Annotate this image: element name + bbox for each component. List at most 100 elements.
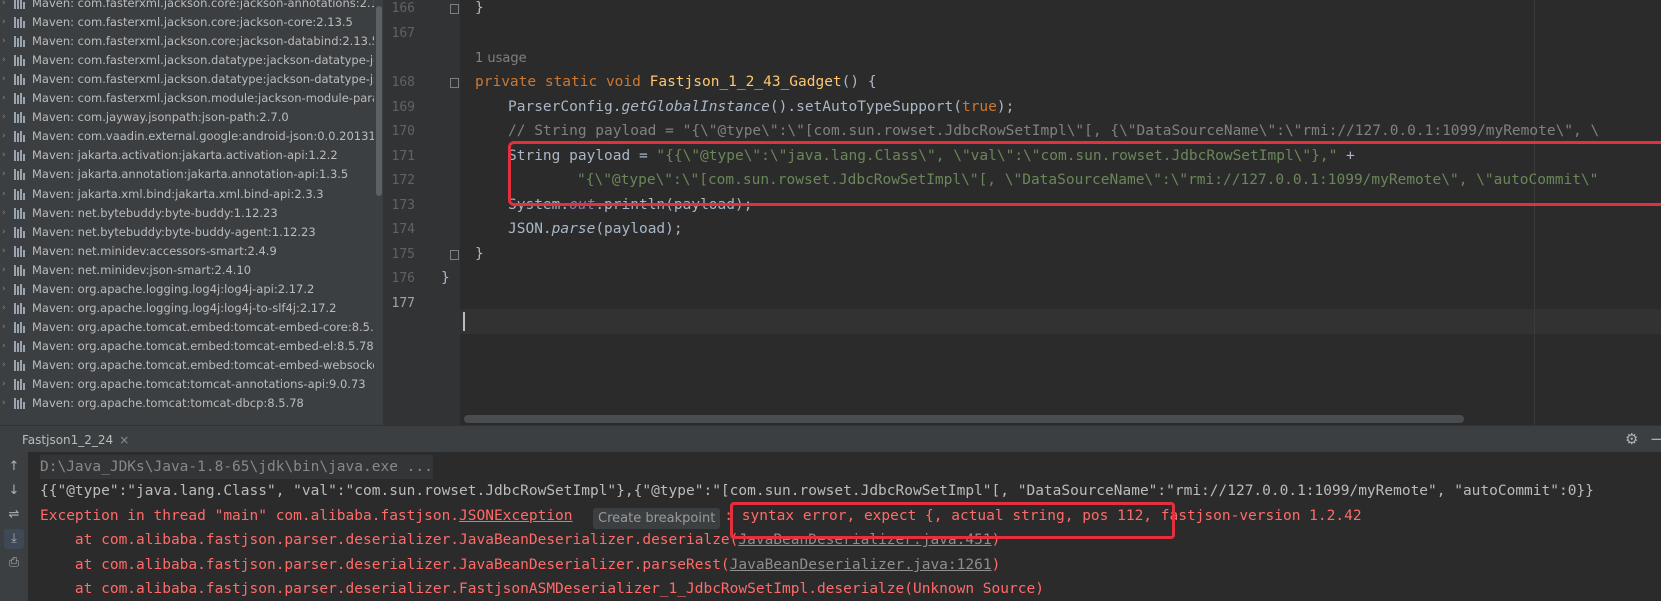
- tree-item[interactable]: › Maven: org.apache.tomcat:tomcat-annotat…: [0, 374, 374, 394]
- chevron-right-icon[interactable]: ›: [2, 374, 6, 394]
- chevron-right-icon[interactable]: ›: [2, 50, 6, 70]
- print-icon[interactable]: ⎙: [4, 553, 24, 573]
- library-icon: [14, 226, 28, 238]
- chevron-right-icon[interactable]: ›: [2, 184, 6, 204]
- library-icon: [14, 36, 28, 48]
- tree-item[interactable]: › Maven: org.apache.tomcat:tomcat-dbcp:8.…: [0, 393, 374, 413]
- tree-item[interactable]: › Maven: net.minidev:accessors-smart:2.4.…: [0, 241, 374, 261]
- code-line-169: ParserConfig.getGlobalInstance().setAuto…: [508, 99, 1015, 115]
- chevron-right-icon[interactable]: ›: [2, 279, 6, 299]
- run-tab-label: Fastjson1_2_24: [22, 433, 114, 447]
- library-icon: [14, 398, 28, 410]
- tree-item-label: Maven: jakarta.annotation:jakarta.annota…: [32, 167, 349, 182]
- close-icon[interactable]: ×: [119, 433, 129, 447]
- right-margin-guide: [1534, 0, 1535, 425]
- tree-item[interactable]: › Maven: net.bytebuddy:byte-buddy-agent:1…: [0, 222, 374, 242]
- run-tab[interactable]: Fastjson1_2_24 ×: [22, 430, 129, 450]
- library-icon: [14, 379, 28, 390]
- fold-end-icon[interactable]: [450, 4, 459, 14]
- source-link[interactable]: JavaBeanDeserializer.java:1261: [730, 557, 992, 573]
- chevron-right-icon[interactable]: ›: [2, 203, 6, 223]
- highlight-box-payload: [508, 141, 1661, 206]
- library-icon: [14, 17, 28, 29]
- tree-item[interactable]: › Maven: com.vaadin.external.google:andro…: [0, 126, 383, 146]
- library-icon: [14, 112, 28, 124]
- tree-item[interactable]: › Maven: com.fasterxml.jackson.datatype:j…: [0, 69, 383, 89]
- tree-item[interactable]: › Maven: org.apache.tomcat.embed:tomcat-e…: [0, 336, 374, 356]
- tree-item[interactable]: › Maven: com.fasterxml.jackson.module:jac…: [0, 88, 383, 108]
- tree-item[interactable]: › Maven: net.bytebuddy:byte-buddy:1.12.23: [0, 203, 374, 223]
- library-icon: [14, 207, 28, 219]
- tree-item[interactable]: › Maven: com.fasterxml.jackson.core:jacks…: [0, 12, 374, 32]
- chevron-right-icon[interactable]: ›: [2, 88, 6, 108]
- tree-item-label: Maven: com.fasterxml.jackson.module:jack…: [32, 91, 383, 106]
- library-icon: [14, 321, 28, 333]
- chevron-right-icon[interactable]: ›: [2, 336, 6, 356]
- tree-item-label: Maven: net.bytebuddy:byte-buddy:1.12.23: [32, 205, 278, 220]
- chevron-right-icon[interactable]: ›: [2, 0, 6, 13]
- editor-horizontal-scrollbar[interactable]: [464, 415, 1464, 423]
- console-command[interactable]: D:\Java_JDKs\Java-1.8-65\jdk\bin\java.ex…: [40, 455, 433, 479]
- scroll-to-end-icon[interactable]: ⤓: [4, 529, 24, 549]
- tree-item[interactable]: › Maven: jakarta.activation:jakarta.activ…: [0, 145, 374, 165]
- tree-item[interactable]: › Maven: com.fasterxml.jackson.core:jacks…: [0, 31, 379, 51]
- chevron-right-icon[interactable]: ›: [2, 126, 6, 146]
- tree-item-label: Maven: com.fasterxml.jackson.core:jackso…: [32, 34, 379, 49]
- chevron-right-icon[interactable]: ›: [2, 222, 6, 242]
- line-number: 175: [391, 247, 415, 262]
- usage-hint[interactable]: 1 usage: [475, 46, 527, 71]
- chevron-right-icon[interactable]: ›: [2, 317, 6, 337]
- tree-item[interactable]: › Maven: net.minidev:json-smart:2.4.10: [0, 260, 374, 280]
- library-icon: [14, 74, 28, 86]
- chevron-right-icon[interactable]: ›: [2, 260, 6, 280]
- chevron-right-icon[interactable]: ›: [2, 12, 6, 32]
- tree-item[interactable]: › Maven: jakarta.annotation:jakarta.annot…: [0, 164, 374, 184]
- create-breakpoint-button[interactable]: Create breakpoint: [593, 508, 721, 529]
- chevron-right-icon[interactable]: ›: [2, 164, 6, 184]
- tree-item[interactable]: › Maven: com.fasterxml.jackson.core:jacks…: [0, 0, 383, 13]
- text-caret: [463, 312, 465, 331]
- library-icon: [14, 150, 28, 162]
- tree-item-label: Maven: org.apache.logging.log4j:log4j-to…: [32, 300, 337, 315]
- up-arrow-icon[interactable]: ↑: [4, 457, 24, 477]
- tree-item-label: Maven: org.apache.tomcat:tomcat-annotati…: [32, 377, 366, 391]
- down-arrow-icon[interactable]: ↓: [4, 481, 24, 501]
- chevron-right-icon[interactable]: ›: [2, 69, 6, 89]
- chevron-right-icon[interactable]: ›: [2, 31, 6, 51]
- line-number-current: 177: [391, 296, 415, 311]
- fold-end-icon[interactable]: [450, 250, 459, 260]
- chevron-right-icon[interactable]: ›: [2, 145, 6, 165]
- line-number: 169: [391, 100, 415, 115]
- tree-item[interactable]: › Maven: org.apache.tomcat.embed:tomcat-e…: [0, 355, 383, 375]
- run-panel-header: [0, 425, 1661, 453]
- project-tree-scroll-thumb[interactable]: [376, 6, 382, 196]
- tree-item[interactable]: › Maven: org.apache.logging.log4j:log4j-a…: [0, 279, 374, 299]
- chevron-right-icon[interactable]: ›: [2, 298, 6, 318]
- code-line-168: private static void Fastjson_1_2_43_Gadg…: [475, 74, 877, 90]
- chevron-right-icon[interactable]: ›: [2, 355, 6, 375]
- gear-icon[interactable]: ⚙: [1625, 430, 1638, 448]
- chevron-right-icon[interactable]: ›: [2, 241, 6, 261]
- tree-item[interactable]: › Maven: com.fasterxml.jackson.datatype:j…: [0, 50, 383, 70]
- tree-item-label: Maven: com.fasterxml.jackson.core:jackso…: [32, 0, 383, 10]
- minus-icon[interactable]: −: [1650, 430, 1661, 448]
- current-line-highlight: [460, 309, 1661, 334]
- tree-item-label: Maven: jakarta.xml.bind:jakarta.xml.bind…: [32, 186, 324, 201]
- tree-item[interactable]: › Maven: org.apache.logging.log4j:log4j-t…: [0, 298, 374, 318]
- code-line-175: }: [475, 246, 484, 262]
- chevron-right-icon[interactable]: ›: [2, 393, 6, 413]
- code-line-176: }: [441, 270, 450, 286]
- tree-item[interactable]: › Maven: com.jayway.jsonpath:json-path:2.…: [0, 107, 374, 127]
- soft-wrap-icon[interactable]: ⇌: [4, 505, 24, 525]
- tree-item-label: Maven: com.fasterxml.jackson.core:jackso…: [32, 15, 353, 30]
- line-number: 171: [391, 149, 415, 164]
- fold-start-icon[interactable]: [450, 78, 459, 88]
- tree-item-label: Maven: org.apache.tomcat.embed:tomcat-em…: [32, 357, 383, 372]
- line-number: 172: [391, 173, 415, 188]
- exception-class-link[interactable]: JSONException: [459, 508, 573, 524]
- tree-item[interactable]: › Maven: jakarta.xml.bind:jakarta.xml.bin…: [0, 184, 374, 204]
- library-icon: [14, 169, 28, 181]
- chevron-right-icon[interactable]: ›: [2, 107, 6, 127]
- tree-item-label: Maven: org.apache.tomcat:tomcat-dbcp:8.5…: [32, 396, 304, 411]
- tree-item[interactable]: › Maven: org.apache.tomcat.embed:tomcat-e…: [0, 317, 383, 337]
